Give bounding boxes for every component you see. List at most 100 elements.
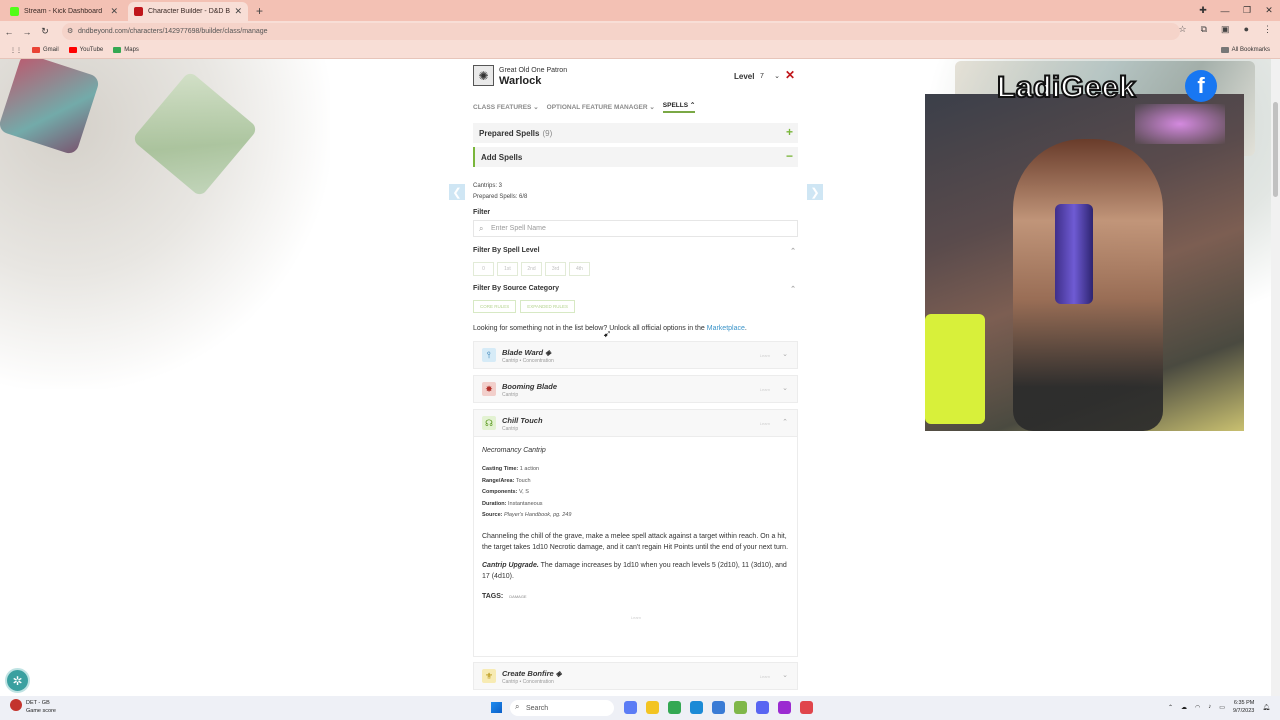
onedrive-icon[interactable]: ☁ bbox=[1181, 704, 1187, 711]
level-filter-0[interactable]: 0 bbox=[473, 262, 494, 276]
xbox-icon[interactable] bbox=[734, 701, 747, 714]
prop-value: 1 action bbox=[519, 466, 540, 472]
extensions-icon[interactable]: ⧉ bbox=[1201, 24, 1207, 35]
apps-icon[interactable]: ⋮⋮ bbox=[10, 47, 22, 54]
sidebar-icon[interactable]: ▣ bbox=[1221, 24, 1230, 35]
level-filter-2[interactable]: 2nd bbox=[521, 262, 542, 276]
learn-button[interactable]: Learn bbox=[760, 674, 770, 679]
menu-icon[interactable]: ⋮ bbox=[1263, 24, 1272, 35]
learn-button[interactable]: Learn bbox=[760, 353, 770, 358]
filter-spell-level-header[interactable]: Filter By Spell Level ⌃ bbox=[473, 247, 798, 259]
learn-button[interactable]: Learn bbox=[482, 615, 790, 620]
profile-icon[interactable]: ● bbox=[1244, 24, 1249, 35]
forward-icon[interactable]: → bbox=[18, 27, 36, 37]
reload-icon[interactable]: ↻ bbox=[36, 26, 54, 37]
spell-row-chill-touch[interactable]: ☊ Chill Touch Cantrip Learn ⌃ bbox=[473, 409, 798, 437]
bookmark-star-icon[interactable]: ☆ bbox=[1179, 24, 1187, 35]
music-app-icon[interactable] bbox=[800, 701, 813, 714]
copilot-icon[interactable] bbox=[624, 701, 637, 714]
bookmark-gmail[interactable]: Gmail bbox=[32, 47, 59, 53]
new-tab-button[interactable]: + bbox=[256, 4, 263, 18]
class-header: ✺ Great Old One Patron Warlock Level 7 ⌄… bbox=[473, 59, 798, 95]
level-filter-1[interactable]: 1st bbox=[497, 262, 518, 276]
tab-character-builder[interactable]: Character Builder - D&D Beyond ✕ bbox=[128, 2, 248, 21]
abjuration-school-icon: ⫯ bbox=[482, 348, 496, 362]
close-window-icon[interactable]: ✕ bbox=[1258, 5, 1280, 16]
learn-button[interactable]: Learn bbox=[760, 387, 770, 392]
marketplace-link[interactable]: Marketplace bbox=[707, 325, 745, 332]
prev-step-icon[interactable]: ❮ bbox=[449, 184, 465, 200]
bookmark-youtube[interactable]: YouTube bbox=[68, 47, 103, 53]
chevron-down-icon[interactable]: ⌄ bbox=[782, 671, 788, 679]
taskbar-search[interactable]: ⌕ Search bbox=[510, 700, 614, 716]
folder-icon bbox=[1220, 47, 1229, 53]
tab-search-icon[interactable]: ✚ bbox=[1192, 5, 1214, 16]
spell-search-input[interactable]: ⌕ Enter Spell Name bbox=[473, 220, 798, 237]
level-select[interactable]: 7 ⌄ bbox=[759, 69, 781, 83]
prop-value: Player's Handbook, pg. 249 bbox=[504, 512, 572, 518]
chevron-down-icon[interactable]: ⌄ bbox=[782, 384, 788, 392]
evocation-school-icon: ✸ bbox=[482, 382, 496, 396]
browser-actions: ☆ ⧉ ▣ ● ⋮ bbox=[1179, 24, 1272, 35]
chevron-down-icon[interactable]: ⌄ bbox=[782, 350, 788, 358]
tab-optional-feature-manager[interactable]: OPTIONAL FEATURE MANAGER ⌄ bbox=[547, 103, 655, 111]
tab-class-features[interactable]: CLASS FEATURES ⌄ bbox=[473, 103, 539, 111]
learn-button[interactable]: Learn bbox=[760, 421, 770, 426]
prepared-spells-section[interactable]: Prepared Spells (9) + bbox=[473, 123, 798, 143]
minimize-icon[interactable]: — bbox=[1214, 6, 1236, 16]
close-tab-icon[interactable]: ✕ bbox=[234, 6, 242, 17]
prop-label: Duration: bbox=[482, 500, 507, 507]
scrollbar-thumb[interactable] bbox=[1273, 102, 1278, 197]
add-spells-section[interactable]: Add Spells − bbox=[473, 147, 798, 167]
floating-widget-icon[interactable]: ✲ bbox=[5, 668, 30, 693]
tab-spells[interactable]: SPELLS ⌃ bbox=[662, 101, 696, 113]
notification-bell-icon[interactable]: 🔔︎ bbox=[1262, 704, 1270, 711]
source-filter-core[interactable]: CORE RULES bbox=[473, 300, 517, 313]
weather-widget[interactable]: DET - GB Game score bbox=[10, 699, 56, 715]
file-explorer-icon[interactable] bbox=[646, 701, 659, 714]
spell-row-create-bonfire[interactable]: ⚜ Create Bonfire ◈ Cantrip • Concentrati… bbox=[473, 662, 798, 690]
class-name: Warlock bbox=[499, 75, 542, 87]
page-scrollbar[interactable] bbox=[1271, 59, 1280, 696]
bookmarks-bar: ⋮⋮ Gmail YouTube Maps All Bookmarks bbox=[0, 42, 1280, 59]
close-tab-icon[interactable]: ✕ bbox=[110, 6, 118, 17]
tab-kick-dashboard[interactable]: Stream - Kick Dashboard ✕ bbox=[4, 2, 124, 21]
back-icon[interactable]: ← bbox=[0, 27, 18, 37]
expand-plus-icon[interactable]: + bbox=[786, 125, 793, 139]
collapse-minus-icon[interactable]: − bbox=[786, 149, 793, 163]
site-info-icon[interactable]: ⚙ bbox=[67, 27, 73, 35]
gmail-icon bbox=[32, 47, 40, 53]
prepared-count: Prepared Spells: 6/8 bbox=[473, 194, 528, 200]
store-icon[interactable] bbox=[690, 701, 703, 714]
volume-icon[interactable]: ♪ bbox=[1208, 704, 1211, 710]
chrome-icon[interactable] bbox=[668, 701, 681, 714]
clock-time: 6:35 PM bbox=[1233, 700, 1255, 706]
level-filter-3[interactable]: 3rd bbox=[545, 262, 566, 276]
spell-properties: Casting Time: 1 action Range/Area: Touch… bbox=[482, 464, 790, 522]
discord-icon[interactable] bbox=[756, 701, 769, 714]
chevron-up-icon[interactable]: ⌃ bbox=[782, 418, 788, 426]
marketplace-promo: Looking for something not in the list be… bbox=[473, 325, 798, 332]
tags-label: TAGS: bbox=[482, 592, 504, 600]
url-field[interactable]: ⚙ dndbeyond.com/characters/142977698/bui… bbox=[62, 23, 1180, 40]
casting-time-row: Casting Time: 1 action bbox=[482, 464, 790, 476]
battery-icon[interactable]: ▭ bbox=[1219, 704, 1225, 711]
spell-row-blade-ward[interactable]: ⫯ Blade Ward ◈ Cantrip • Concentration L… bbox=[473, 341, 798, 369]
source-filter-expanded[interactable]: EXPANDED RULES bbox=[520, 300, 575, 313]
remove-class-icon[interactable]: ✕ bbox=[785, 68, 795, 82]
all-bookmarks[interactable]: All Bookmarks bbox=[1220, 47, 1270, 53]
stream-app-icon[interactable] bbox=[778, 701, 791, 714]
maximize-icon[interactable]: ❐ bbox=[1236, 5, 1258, 16]
bookmark-maps[interactable]: Maps bbox=[113, 47, 139, 53]
wifi-icon[interactable]: ◠ bbox=[1195, 704, 1200, 711]
windows-start-icon[interactable] bbox=[491, 702, 502, 713]
level-label: Level bbox=[734, 72, 755, 81]
spell-row-booming-blade[interactable]: ✸ Booming Blade Cantrip Learn ⌄ bbox=[473, 375, 798, 403]
tray-chevron-icon[interactable]: ⌃ bbox=[1168, 704, 1173, 711]
clock[interactable]: 6:35 PM 9/7/2023 bbox=[1233, 699, 1254, 715]
filter-source-header[interactable]: Filter By Source Category ⌃ bbox=[473, 285, 798, 297]
next-step-icon[interactable]: ❯ bbox=[807, 184, 823, 200]
necromancy-school-icon: ☊ bbox=[482, 416, 496, 430]
level-filter-4[interactable]: 4th bbox=[569, 262, 590, 276]
media-icon[interactable] bbox=[712, 701, 725, 714]
